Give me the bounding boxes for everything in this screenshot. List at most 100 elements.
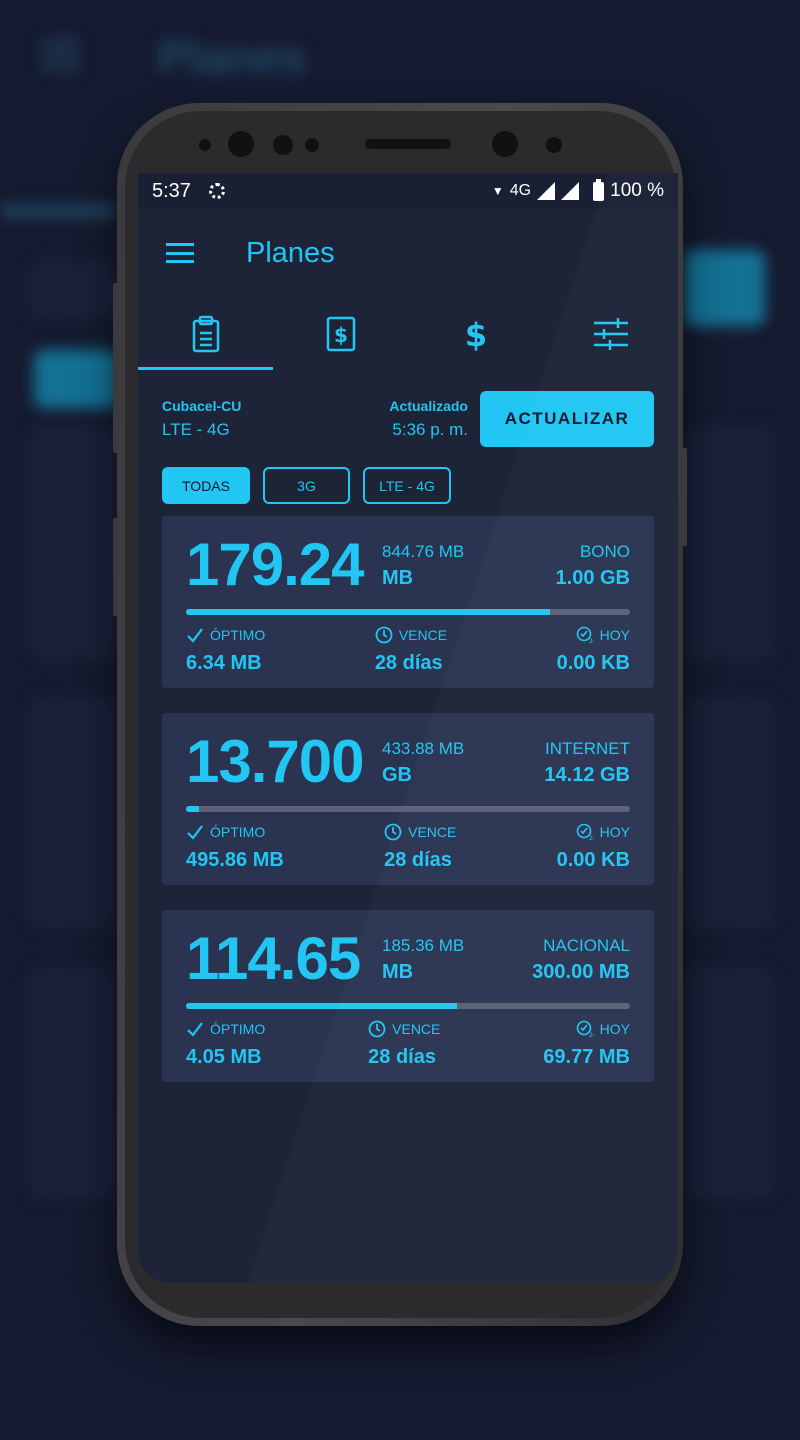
earpiece-speaker bbox=[365, 139, 451, 149]
notification-icon bbox=[208, 183, 225, 199]
clipboard-icon bbox=[192, 315, 219, 352]
plan-category: BONO 1.00 GB bbox=[556, 542, 630, 590]
plan-unit: MB bbox=[382, 567, 414, 589]
plan-progress-bar bbox=[186, 609, 630, 615]
stat-hoy: 24 HOY 0.00 KB bbox=[557, 626, 630, 675]
backdrop-card-left-3 bbox=[30, 968, 120, 1198]
stat-optimo-label: ÓPTIMO bbox=[210, 1021, 266, 1037]
backdrop-chip bbox=[34, 350, 120, 408]
stat-vence: VENCE 28 días bbox=[368, 1020, 440, 1069]
clock-24-icon: 24 bbox=[576, 823, 594, 841]
card-dollar-icon: $ bbox=[326, 316, 355, 351]
plan-unit: MB bbox=[382, 961, 414, 983]
plan-category: INTERNET 14.12 GB bbox=[544, 739, 630, 787]
network-type-label: LTE - 4G bbox=[162, 420, 230, 439]
clock-icon bbox=[384, 823, 402, 841]
stat-hoy-value: 0.00 KB bbox=[556, 652, 630, 674]
operator-name: Cubacel-CU bbox=[162, 398, 242, 414]
stat-optimo: ÓPTIMO 4.05 MB bbox=[186, 1020, 265, 1069]
front-camera bbox=[228, 131, 254, 157]
clock-icon bbox=[368, 1020, 386, 1038]
tab-recharge[interactable]: $ bbox=[273, 297, 408, 370]
plan-card[interactable]: 13.700 433.88 MB GB INTERNET 14.12 GB ÓP… bbox=[162, 713, 654, 885]
backdrop-card-left-2 bbox=[30, 698, 120, 928]
filter-lte[interactable]: LTE - 4G bbox=[363, 467, 451, 504]
side-button bbox=[113, 518, 118, 616]
tab-plans[interactable] bbox=[138, 297, 273, 370]
connection-info: Cubacel-CU LTE - 4G Actualizado 5:36 p. … bbox=[138, 391, 678, 447]
stat-optimo-value: 495.86 MB bbox=[186, 849, 284, 871]
status-icons: ▼ 4G 100 % bbox=[492, 178, 664, 202]
tab-settings[interactable] bbox=[543, 297, 678, 370]
filter-3g[interactable]: 3G bbox=[263, 467, 350, 504]
plan-stats: ÓPTIMO 495.86 MB VENCE 28 días 24 HOY 0.0… bbox=[186, 823, 630, 872]
plan-category-value: 300.00 MB bbox=[532, 961, 630, 983]
svg-text:$: $ bbox=[334, 323, 348, 347]
stat-hoy: 24 HOY 0.00 KB bbox=[557, 823, 630, 872]
operator-block: Cubacel-CU LTE - 4G bbox=[162, 398, 241, 440]
plan-unit: GB bbox=[382, 764, 412, 786]
stat-optimo-value: 4.05 MB bbox=[186, 1046, 262, 1068]
battery-icon bbox=[593, 178, 605, 201]
plan-card[interactable]: 114.65 185.36 MB MB NACIONAL 300.00 MB Ó… bbox=[162, 910, 654, 1082]
stat-hoy: 24 HOY 69.77 MB bbox=[543, 1020, 630, 1069]
updated-time: 5:36 p. m. bbox=[392, 420, 468, 439]
svg-text:24: 24 bbox=[589, 835, 594, 841]
stat-optimo: ÓPTIMO 6.34 MB bbox=[186, 626, 265, 675]
check-icon bbox=[187, 825, 203, 840]
sensor-dot bbox=[305, 138, 319, 152]
stat-hoy-value: 0.00 KB bbox=[556, 849, 630, 871]
backdrop-info-left bbox=[30, 262, 120, 317]
dollar-icon: $ bbox=[464, 316, 486, 353]
plan-stats: ÓPTIMO 4.05 MB VENCE 28 días 24 HOY 69.77… bbox=[186, 1020, 630, 1069]
plan-main-value: 13.700 bbox=[186, 728, 365, 795]
volume-button bbox=[113, 283, 118, 453]
sensor-dot bbox=[273, 135, 293, 155]
check-icon bbox=[187, 1022, 203, 1037]
plan-progress-bar bbox=[186, 806, 630, 812]
tab-bar: $ $ bbox=[138, 297, 678, 371]
plan-card[interactable]: 179.24 844.76 MB MB BONO 1.00 GB ÓPTIMO … bbox=[162, 516, 654, 688]
sliders-icon bbox=[593, 317, 628, 350]
stat-vence-label: VENCE bbox=[398, 627, 448, 643]
network-type: 4G bbox=[509, 182, 532, 199]
status-bar: 5:37 ▼ 4G 100 % bbox=[138, 173, 678, 209]
clock-icon bbox=[375, 626, 393, 644]
front-camera-2 bbox=[492, 131, 518, 157]
stat-vence: VENCE 28 días bbox=[375, 626, 447, 675]
backdrop-menu-icon bbox=[42, 40, 80, 70]
sensor-dot bbox=[546, 137, 562, 153]
backdrop-card-right-3 bbox=[683, 968, 773, 1198]
plan-progress-fill bbox=[186, 806, 200, 812]
tab-balance[interactable]: $ bbox=[408, 297, 543, 370]
backdrop-card-right-2 bbox=[683, 698, 773, 928]
backdrop-title: Planes bbox=[158, 31, 307, 83]
backdrop-update-button bbox=[683, 250, 765, 326]
clock-24-icon: 24 bbox=[576, 1020, 594, 1038]
plan-category-value: 1.00 GB bbox=[555, 567, 630, 589]
svg-text:24: 24 bbox=[589, 638, 594, 644]
stat-hoy-value: 69.77 MB bbox=[543, 1046, 630, 1068]
svg-text:24: 24 bbox=[589, 1032, 594, 1038]
plan-sub-value: 185.36 MB bbox=[382, 936, 465, 955]
plan-main-value: 179.24 bbox=[186, 531, 365, 598]
clock-24-icon: 24 bbox=[576, 626, 594, 644]
stat-optimo-label: ÓPTIMO bbox=[210, 627, 266, 643]
stat-hoy-label: HOY bbox=[599, 627, 630, 643]
filter-all[interactable]: TODAS bbox=[162, 467, 250, 504]
menu-icon[interactable] bbox=[166, 243, 194, 263]
update-button[interactable]: ACTUALIZAR bbox=[480, 391, 654, 447]
power-button bbox=[682, 448, 687, 546]
stat-optimo-value: 6.34 MB bbox=[186, 652, 262, 674]
updated-label: Actualizado bbox=[389, 398, 468, 414]
filter-chips: TODAS 3G LTE - 4G bbox=[138, 467, 678, 504]
battery-level: 100 % bbox=[610, 180, 664, 201]
sensor-dot bbox=[199, 139, 211, 151]
plan-stats: ÓPTIMO 6.34 MB VENCE 28 días 24 HOY 0.00 … bbox=[186, 626, 630, 675]
page-title: Planes bbox=[246, 236, 335, 269]
app-screen: 5:37 ▼ 4G 100 % Planes $ $ Cubacel-CU LT… bbox=[138, 173, 678, 1283]
plan-list: 179.24 844.76 MB MB BONO 1.00 GB ÓPTIMO … bbox=[138, 516, 678, 1082]
plan-sub: 844.76 MB MB bbox=[382, 542, 464, 590]
stat-vence-value: 28 días bbox=[384, 849, 452, 871]
plan-category-name: NACIONAL bbox=[543, 936, 630, 955]
